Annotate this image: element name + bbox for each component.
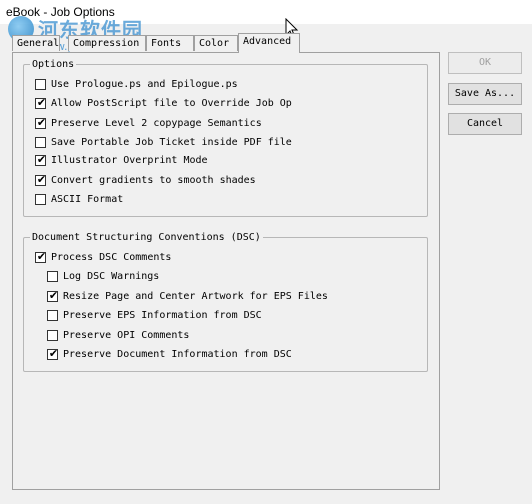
checkbox-box[interactable]: ✔: [35, 153, 46, 166]
checkbox-label: Preserve Document Information from DSC: [63, 349, 292, 360]
checkbox-label: Log DSC Warnings: [63, 271, 160, 282]
checkbox-label: Resize Page and Center Artwork for EPS F…: [63, 291, 328, 302]
checkbox-label: Preserve OPI Comments: [63, 330, 190, 341]
checkbox-box[interactable]: [47, 271, 58, 282]
checkbox-box[interactable]: ✔: [47, 289, 58, 302]
checkbox-box[interactable]: [47, 310, 58, 321]
advanced-tab-panel: Options Use Prologue.ps and Epilogue.ps …: [12, 52, 440, 490]
checkbox-box[interactable]: ✔: [35, 96, 46, 109]
tab-strip: General Compression Fonts Color Advanced: [12, 33, 312, 53]
checkbox-label: Preserve Level 2 copypage Semantics: [51, 118, 262, 129]
checkbox-box[interactable]: ✔: [47, 347, 58, 360]
tab-fonts[interactable]: Fonts: [146, 35, 194, 51]
checkbox-label: Allow PostScript file to Override Job Op: [51, 98, 292, 109]
window-title: eBook - Job Options: [6, 5, 115, 19]
checkbox-label: Illustrator Overprint Mode: [51, 155, 208, 166]
checkbox-label: Process DSC Comments: [51, 252, 172, 263]
checkbox-box[interactable]: [35, 79, 46, 90]
checkbox-label: ASCII Format: [51, 194, 124, 205]
checkbox-box[interactable]: [35, 137, 46, 148]
checkbox-box[interactable]: ✔: [35, 116, 46, 129]
checkbox-label: Save Portable Job Ticket inside PDF file: [51, 137, 292, 148]
cancel-button[interactable]: Cancel: [448, 113, 522, 135]
tab-color[interactable]: Color: [194, 35, 238, 51]
tab-advanced[interactable]: Advanced: [238, 33, 300, 53]
save-as-button[interactable]: Save As...: [448, 83, 522, 105]
checkbox-box[interactable]: ✔: [35, 250, 46, 263]
checkbox-label: Convert gradients to smooth shades: [51, 175, 256, 186]
tab-general[interactable]: General: [12, 35, 60, 51]
checkbox-box[interactable]: [35, 194, 46, 205]
checkbox-label: Use Prologue.ps and Epilogue.ps: [51, 79, 238, 90]
title-bar: eBook - Job Options: [0, 0, 532, 24]
tab-compression[interactable]: Compression: [68, 35, 146, 51]
options-legend: Options: [32, 59, 75, 70]
checkbox-box[interactable]: ✔: [35, 173, 46, 186]
ok-button[interactable]: OK: [448, 52, 522, 74]
dsc-legend: Document Structuring Conventions (DSC): [32, 232, 261, 243]
checkbox-box[interactable]: [47, 330, 58, 341]
checkbox-label: Preserve EPS Information from DSC: [63, 310, 262, 321]
